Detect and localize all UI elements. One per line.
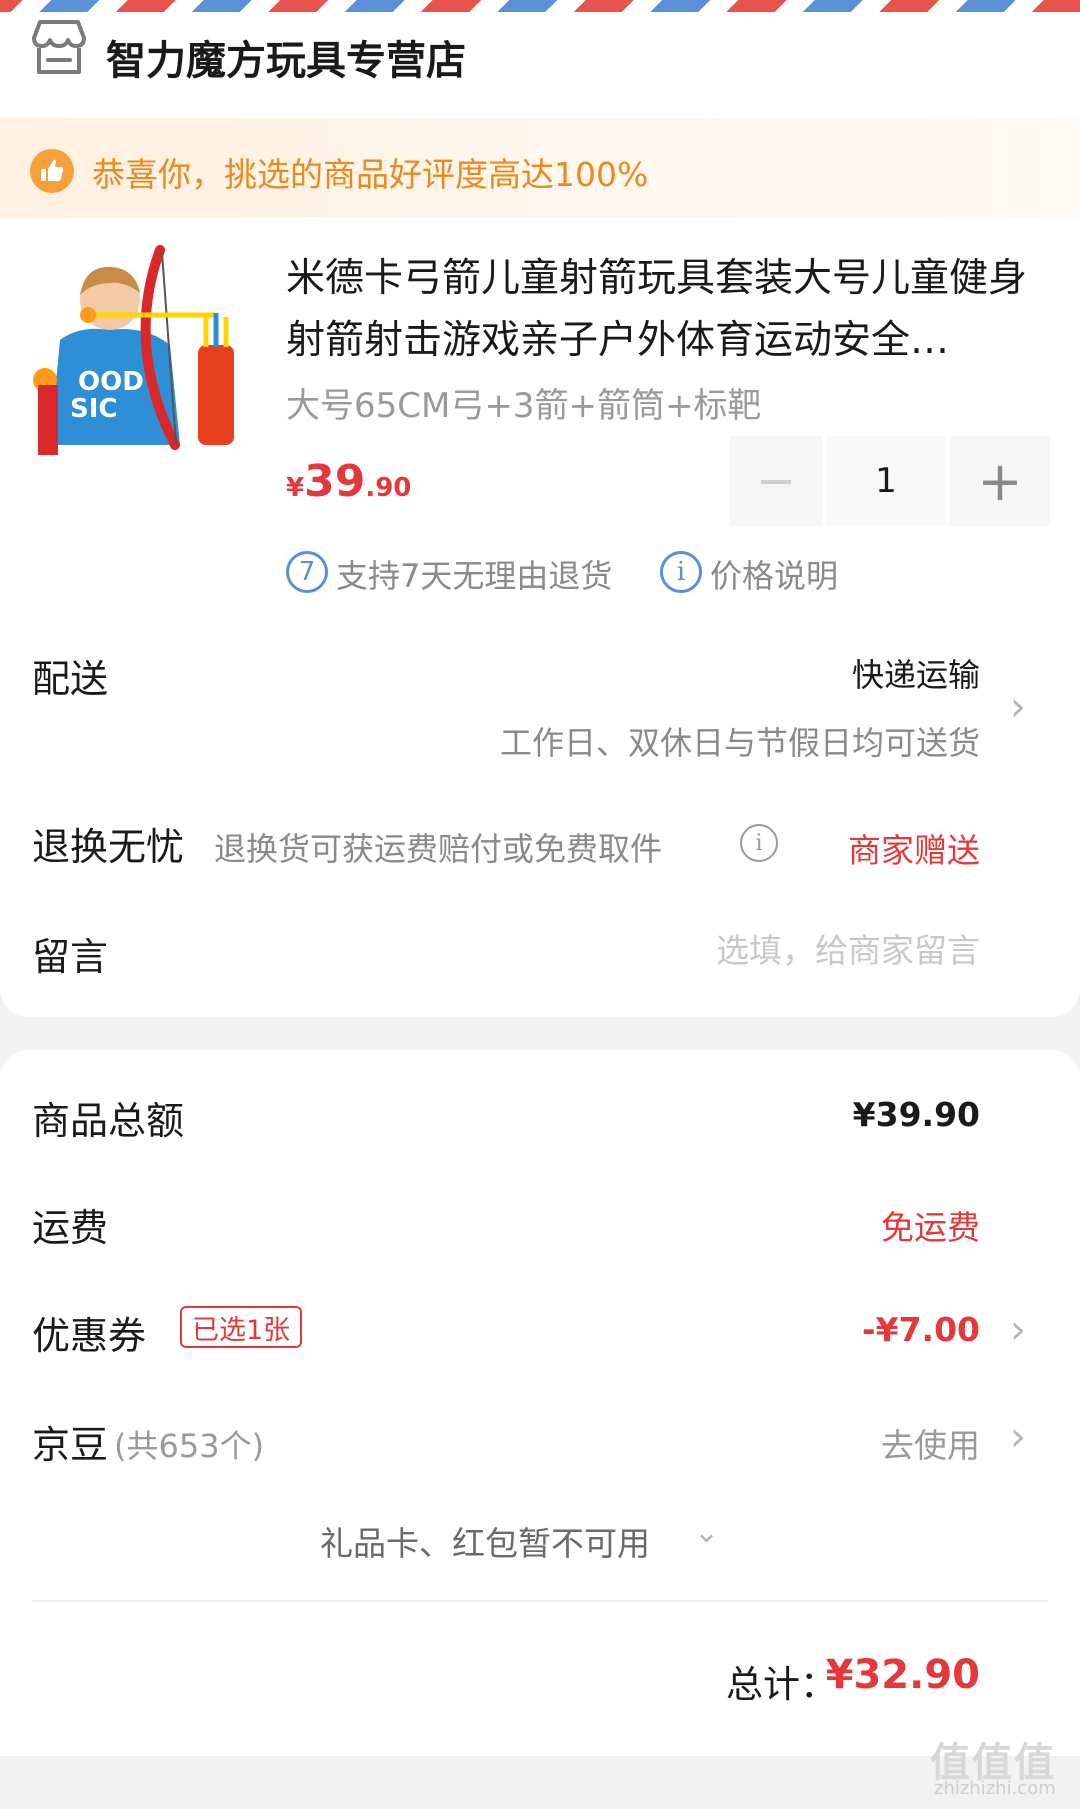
note-input[interactable]	[560, 926, 980, 974]
product-title[interactable]: 米德卡弓箭儿童射箭玩具套装大号儿童健身射箭射击游戏亲子户外体育运动安全…	[286, 248, 1046, 372]
jd-beans-label: 京豆	[32, 1423, 109, 1467]
banner-text: 恭喜你，挑选的商品好评度高达100%	[92, 155, 649, 194]
product-image[interactable]: OOD SIC	[30, 245, 260, 475]
coupon-discount-value[interactable]: -¥7.00	[862, 1310, 980, 1349]
return-7day-icon: 7	[286, 551, 328, 593]
goods-total-label: 商品总额	[32, 1099, 185, 1143]
jd-beans-use-button[interactable]: 去使用	[881, 1419, 980, 1467]
note-label: 留言	[32, 935, 109, 979]
return-info-icon[interactable]: i	[740, 824, 778, 862]
return-7day-text[interactable]: 支持7天无理由退货	[336, 551, 612, 597]
price-info-text[interactable]: 价格说明	[710, 551, 838, 597]
store-icon	[32, 20, 86, 74]
quantity-increase-button[interactable]: +	[950, 436, 1050, 526]
price-summary-card	[0, 1050, 1080, 1756]
shipping-label: 运费	[32, 1206, 109, 1250]
delivery-schedule[interactable]: 工作日、双休日与节假日均可送货	[500, 718, 980, 764]
product-spec: 大号65CM弓+3箭+箭筒+标靶	[286, 386, 762, 426]
return-service-desc: 退换货可获运费赔付或免费取件	[214, 830, 663, 868]
divider	[32, 1600, 1048, 1602]
jd-beans-count: (共653个)	[114, 1427, 265, 1465]
store-name[interactable]: 智力魔方玩具专营店	[106, 28, 466, 86]
quantity-value[interactable]: 1	[826, 436, 946, 526]
price-symbol: ¥	[286, 473, 305, 503]
price-decimal: .90	[365, 473, 412, 503]
watermark-url: zhizhizhi.com	[934, 1778, 1056, 1799]
goods-total-value: ¥39.90	[852, 1095, 980, 1134]
svg-text:OOD: OOD	[78, 367, 144, 397]
quantity-decrease-button[interactable]: −	[730, 436, 822, 526]
gift-card-unavailable-text[interactable]: 礼品卡、红包暂不可用	[320, 1517, 650, 1565]
jd-beans-chevron-right-icon[interactable]: ›	[1010, 1414, 1026, 1460]
chevron-down-icon[interactable]: ⌄	[694, 1515, 719, 1550]
total-label: 总计：	[726, 1663, 837, 1706]
return-service-label: 退换无忧	[32, 825, 185, 869]
thumbs-up-icon	[30, 149, 74, 193]
total-value: ¥32.90	[825, 1652, 980, 1698]
coupon-chevron-right-icon[interactable]: ›	[1010, 1307, 1026, 1353]
delivery-chevron-right-icon[interactable]: ›	[1010, 684, 1026, 730]
return-service-value: 商家赠送	[848, 831, 980, 870]
shipping-value: 免运费	[881, 1208, 980, 1247]
coupon-selected-badge[interactable]: 已选1张	[180, 1306, 303, 1348]
price-info-icon[interactable]: i	[660, 551, 702, 593]
price-integer: 39	[304, 456, 366, 507]
product-price: ¥39.90	[286, 456, 411, 507]
delivery-label: 配送	[32, 657, 109, 701]
svg-text:SIC: SIC	[70, 394, 117, 424]
airmail-stripe	[0, 0, 1080, 12]
delivery-method[interactable]: 快递运输	[852, 650, 980, 696]
coupon-label: 优惠券	[32, 1314, 147, 1358]
